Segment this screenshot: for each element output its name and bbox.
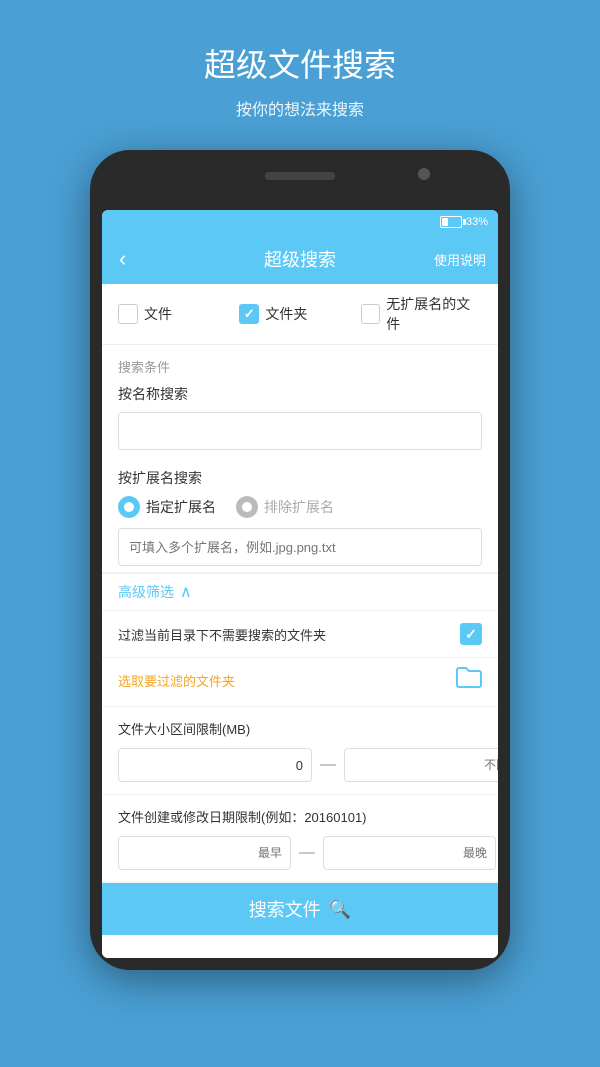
radio-specify-label: 指定扩展名	[146, 497, 216, 517]
checkbox-item-folder[interactable]: 文件夹	[239, 304, 360, 324]
search-conditions-section: 搜索条件 按名称搜索	[102, 345, 498, 456]
phone-camera	[418, 168, 430, 180]
ext-input[interactable]	[118, 528, 482, 566]
name-search-input[interactable]	[118, 412, 482, 450]
chevron-up-icon: ∧	[180, 582, 192, 602]
radio-dot-active[interactable]	[118, 496, 140, 518]
checkbox-file-label: 文件	[144, 304, 172, 324]
status-bar: 33%	[102, 210, 498, 234]
app-bar-title: 超级搜索	[264, 246, 336, 272]
file-size-section: 文件大小区间限制(MB) —	[102, 707, 498, 795]
radio-dot-inactive[interactable]	[236, 496, 258, 518]
checkbox-folder[interactable]	[239, 304, 259, 324]
app-bar: ‹ 超级搜索 使用说明	[102, 234, 498, 284]
size-min-input[interactable]	[118, 748, 312, 782]
advanced-filter-toggle[interactable]: 高级筛选 ∧	[102, 573, 498, 611]
phone-container: 33% ‹ 超级搜索 使用说明 文件	[90, 150, 510, 970]
radio-exclude-ext[interactable]: 排除扩展名	[236, 496, 334, 518]
folder-icon[interactable]	[456, 666, 482, 694]
file-type-row: 文件 文件夹 无扩展名的文件	[102, 284, 498, 345]
help-button[interactable]: 使用说明	[434, 250, 486, 269]
date-range-row: —	[118, 836, 482, 870]
date-earliest-input[interactable]	[118, 836, 291, 870]
ext-search-label: 按扩展名搜索	[118, 468, 482, 488]
checkbox-folder-label: 文件夹	[265, 304, 307, 324]
checkbox-noext-label: 无扩展名的文件	[386, 294, 482, 334]
search-button-label: 搜索文件	[249, 896, 321, 922]
battery-icon	[440, 216, 462, 228]
battery-fill	[442, 218, 448, 226]
search-button[interactable]: 搜索文件 🔍	[102, 883, 498, 935]
filter-checkbox[interactable]	[460, 623, 482, 645]
select-folder-text[interactable]: 选取要过滤的文件夹	[118, 671, 235, 690]
filter-folder-text: 过滤当前目录下不需要搜索的文件夹	[118, 625, 460, 644]
radio-row: 指定扩展名 排除扩展名	[118, 496, 482, 518]
checkbox-item-noext[interactable]: 无扩展名的文件	[361, 294, 482, 334]
section-label: 搜索条件	[118, 357, 482, 376]
page-subtitle: 按你的想法来搜索	[0, 96, 600, 120]
checkbox-noext[interactable]	[361, 304, 381, 324]
date-label: 文件创建或修改日期限制(例如：20160101)	[118, 807, 482, 826]
size-range-row: —	[118, 748, 482, 782]
size-label: 文件大小区间限制(MB)	[118, 719, 482, 738]
phone-speaker	[265, 172, 335, 180]
phone-shell: 33% ‹ 超级搜索 使用说明 文件	[90, 150, 510, 970]
size-dash: —	[320, 756, 336, 774]
battery-indicator: 33%	[440, 216, 488, 228]
header-area: 超级文件搜索 按你的想法来搜索	[0, 0, 600, 140]
advanced-filter-label: 高级筛选	[118, 582, 174, 602]
date-dash: —	[299, 844, 315, 862]
filter-folder-row: 过滤当前目录下不需要搜索的文件夹	[102, 611, 498, 658]
ext-search-section: 按扩展名搜索 指定扩展名 排除扩展名	[102, 456, 498, 572]
checkbox-file[interactable]	[118, 304, 138, 324]
page-title: 超级文件搜索	[0, 40, 600, 86]
radio-specify-ext[interactable]: 指定扩展名	[118, 496, 216, 518]
size-max-input[interactable]	[344, 748, 498, 782]
radio-exclude-label: 排除扩展名	[264, 497, 334, 517]
battery-percent: 33%	[466, 216, 488, 228]
phone-screen: 33% ‹ 超级搜索 使用说明 文件	[102, 210, 498, 958]
back-button[interactable]: ‹	[114, 241, 131, 277]
checkbox-item-file[interactable]: 文件	[118, 304, 239, 324]
select-folder-row: 选取要过滤的文件夹	[102, 658, 498, 707]
search-icon: 🔍	[329, 899, 351, 920]
date-latest-input[interactable]	[323, 836, 496, 870]
name-search-label: 按名称搜索	[118, 384, 482, 404]
content-area: 文件 文件夹 无扩展名的文件 搜索条件 按名称搜索	[102, 284, 498, 958]
file-date-section: 文件创建或修改日期限制(例如：20160101) —	[102, 795, 498, 883]
